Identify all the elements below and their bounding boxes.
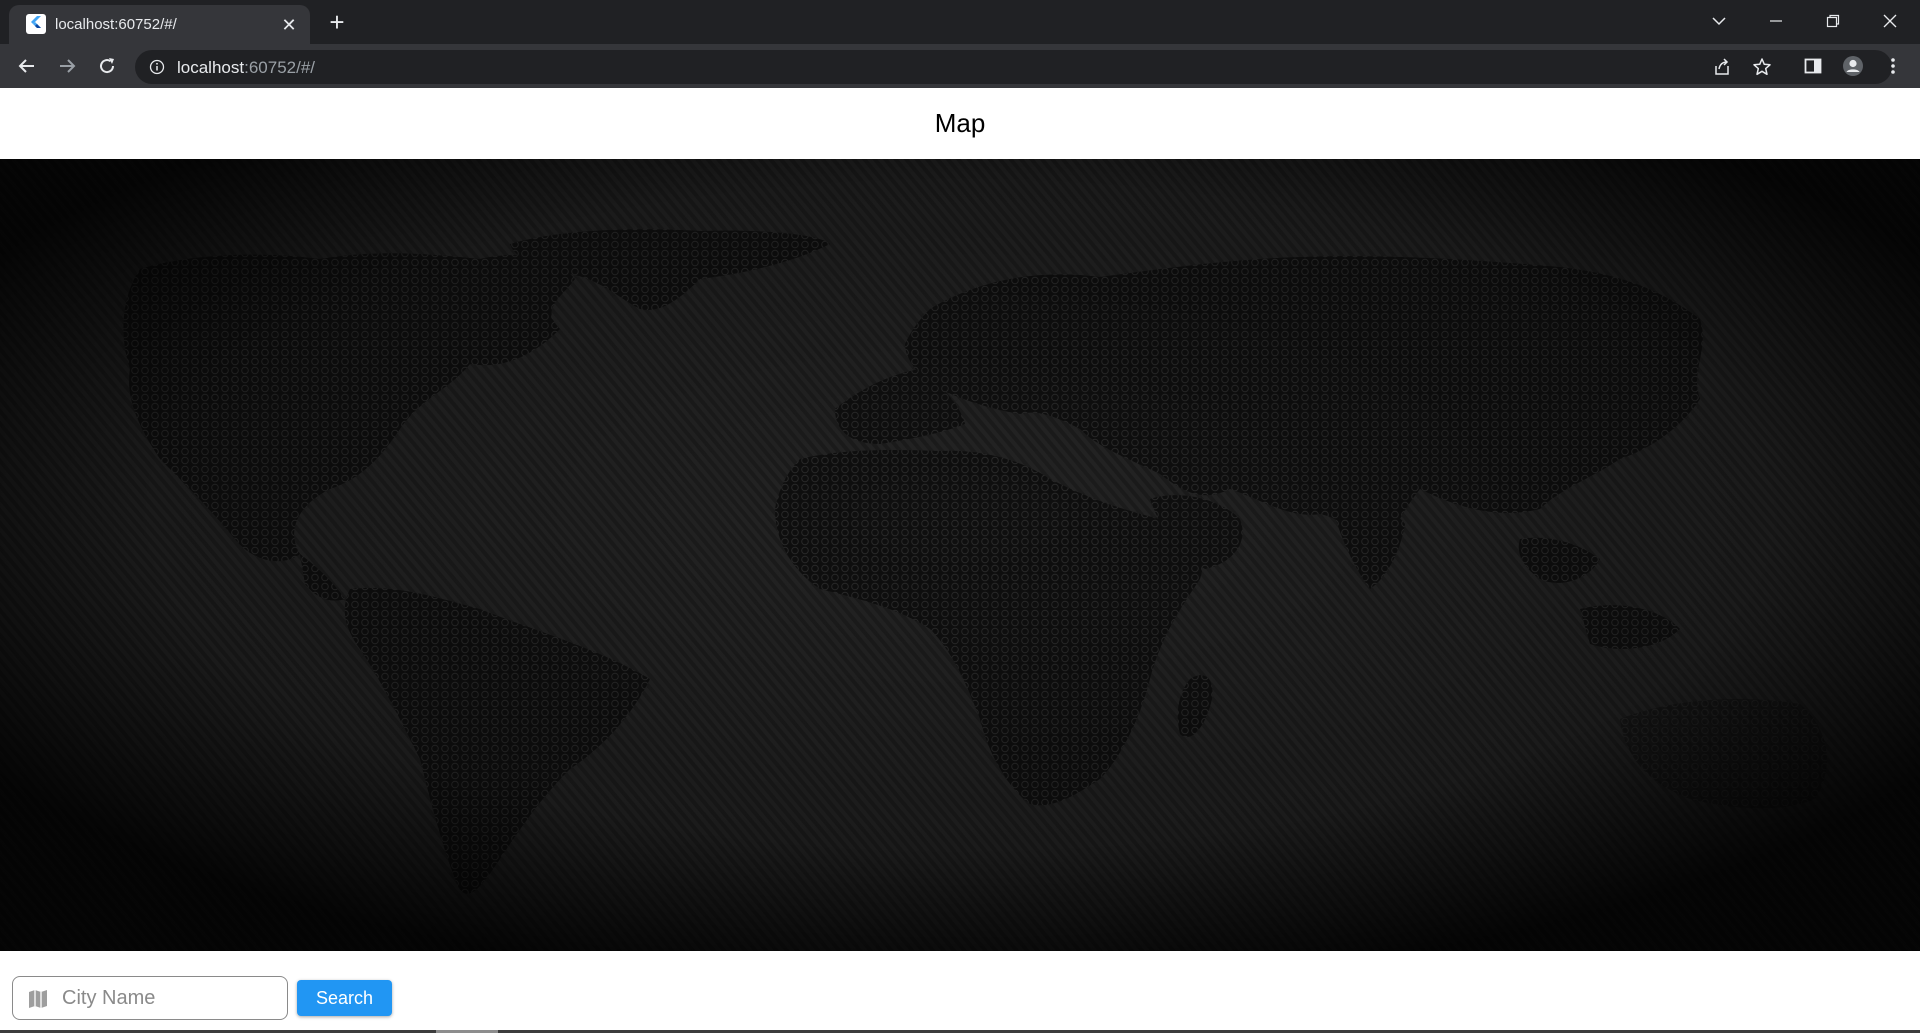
world-map-image <box>0 159 1920 951</box>
flutter-favicon-icon <box>26 14 46 34</box>
page-title: Map <box>934 108 986 138</box>
url-path: :60752/#/ <box>244 58 316 77</box>
tab-close-icon[interactable]: ✕ <box>279 15 299 35</box>
tab-search-icon[interactable] <box>1699 6 1739 36</box>
star-icon[interactable] <box>1750 55 1774 79</box>
search-button[interactable]: Search <box>297 980 392 1016</box>
city-name-input[interactable] <box>62 983 277 1013</box>
minimize-icon[interactable] <box>1756 6 1796 36</box>
restore-icon[interactable] <box>1813 6 1853 36</box>
url-text: localhost:60752/#/ <box>177 58 315 78</box>
search-bar: Search <box>0 951 1920 1030</box>
city-name-field[interactable] <box>12 976 288 1020</box>
tab-title: localhost:60752/#/ <box>55 16 177 33</box>
new-tab-icon[interactable]: + <box>323 9 351 37</box>
url-host: localhost <box>177 58 245 77</box>
back-arrow-icon[interactable] <box>11 50 43 82</box>
browser-tabstrip: localhost:60752/#/ ✕ + <box>0 0 1920 44</box>
map-icon <box>26 987 50 1011</box>
browser-toolbar: localhost:60752/#/ <box>0 44 1920 88</box>
browser-tab[interactable]: localhost:60752/#/ ✕ <box>9 5 310 44</box>
forward-arrow-icon[interactable] <box>51 50 83 82</box>
address-bar[interactable]: localhost:60752/#/ <box>135 50 1892 84</box>
profile-icon[interactable] <box>1841 54 1865 78</box>
reload-icon[interactable] <box>91 50 123 82</box>
side-panel-icon[interactable] <box>1801 54 1825 78</box>
close-window-icon[interactable] <box>1870 6 1910 36</box>
app-bar: Map <box>0 88 1920 159</box>
info-icon[interactable] <box>149 59 165 75</box>
share-icon[interactable] <box>1710 55 1734 79</box>
kebab-menu-icon[interactable] <box>1881 54 1905 78</box>
